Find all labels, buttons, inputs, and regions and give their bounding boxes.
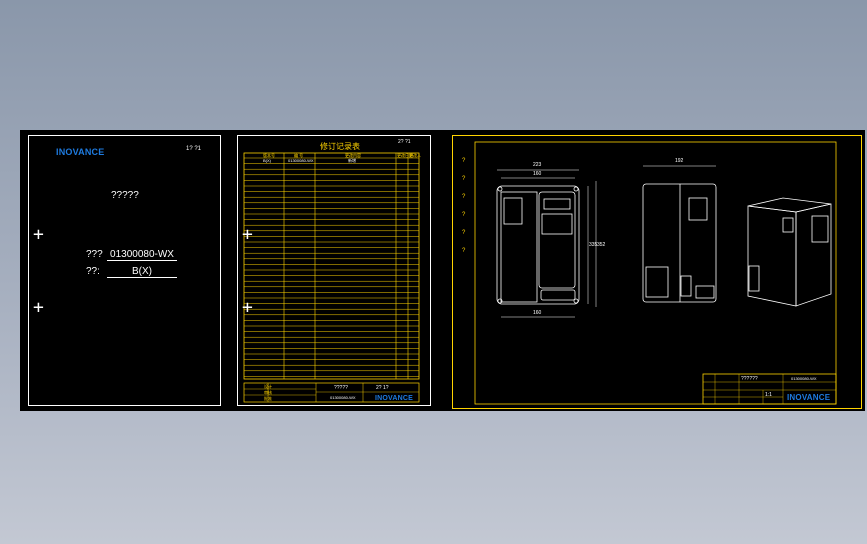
left-label: ? [462, 230, 466, 236]
side-view [642, 183, 717, 303]
dim-front-inner: 160 [533, 171, 542, 177]
col-header-author: 更改人 [409, 153, 421, 158]
dim-bottom: 160 [533, 310, 542, 316]
left-label: ? [462, 194, 466, 200]
tb-drawing-scale: 1:1 [765, 392, 772, 398]
inovance-logo: INOVANCE [787, 393, 831, 402]
crosshair-marker: + [242, 224, 253, 245]
tb-approve: 批准 [264, 396, 272, 401]
inovance-logo: INOVANCE [56, 147, 105, 157]
version-value: B(X) [107, 266, 177, 278]
tb-drawing-name: ?????? [741, 376, 758, 382]
row-version: B(X) [263, 158, 271, 163]
revision-sheet: 修订记录表 2? ?1 版本号 编 号 更改内容 更改日期 更改人 B(X) 0… [237, 135, 431, 406]
revision-title: 修订记录表 [320, 142, 360, 151]
left-label: ? [462, 248, 466, 254]
left-label: ? [462, 176, 466, 182]
left-label: ? [462, 158, 466, 164]
cad-drawing-canvas[interactable]: INOVANCE 1? ?1 ????? ??? 01300080-WX ??:… [20, 130, 865, 411]
version-label: ??: [86, 266, 100, 277]
front-view [496, 185, 580, 305]
code-value: 01300080-WX [107, 249, 177, 261]
code-label: ??? [86, 249, 103, 260]
inovance-logo: INOVANCE [375, 395, 414, 402]
tb-drawing-code: 01300080-WX [791, 376, 817, 381]
cover-sheet: INOVANCE 1? ?1 ????? ??? 01300080-WX ??:… [28, 135, 221, 406]
tb-mid-title: ????? [334, 385, 348, 391]
revision-page-tag: 2? ?1 [398, 139, 411, 145]
cover-page-tag: 1? ?1 [186, 146, 202, 152]
dim-front-width: 223 [533, 162, 542, 168]
crosshair-marker: + [33, 297, 44, 318]
left-label: ? [462, 212, 466, 218]
row-content: 新增 [348, 158, 356, 163]
crosshair-marker: + [33, 224, 44, 245]
crosshair-marker: + [242, 297, 253, 318]
revision-table [243, 152, 420, 403]
cover-title: ????? [111, 190, 139, 201]
dim-side: 192 [675, 158, 684, 164]
product-drawing [474, 141, 837, 405]
row-number: 01300080-WX [288, 158, 314, 163]
iso-view [747, 197, 832, 307]
tb-code: 01300080-WX [330, 395, 356, 400]
dim-height-total: 352 [597, 242, 606, 248]
tb-page: 2? 1? [376, 385, 389, 391]
drawing-sheet: ? ? ? ? ? ? 223 160 335 352 160 192 ????… [452, 135, 862, 409]
